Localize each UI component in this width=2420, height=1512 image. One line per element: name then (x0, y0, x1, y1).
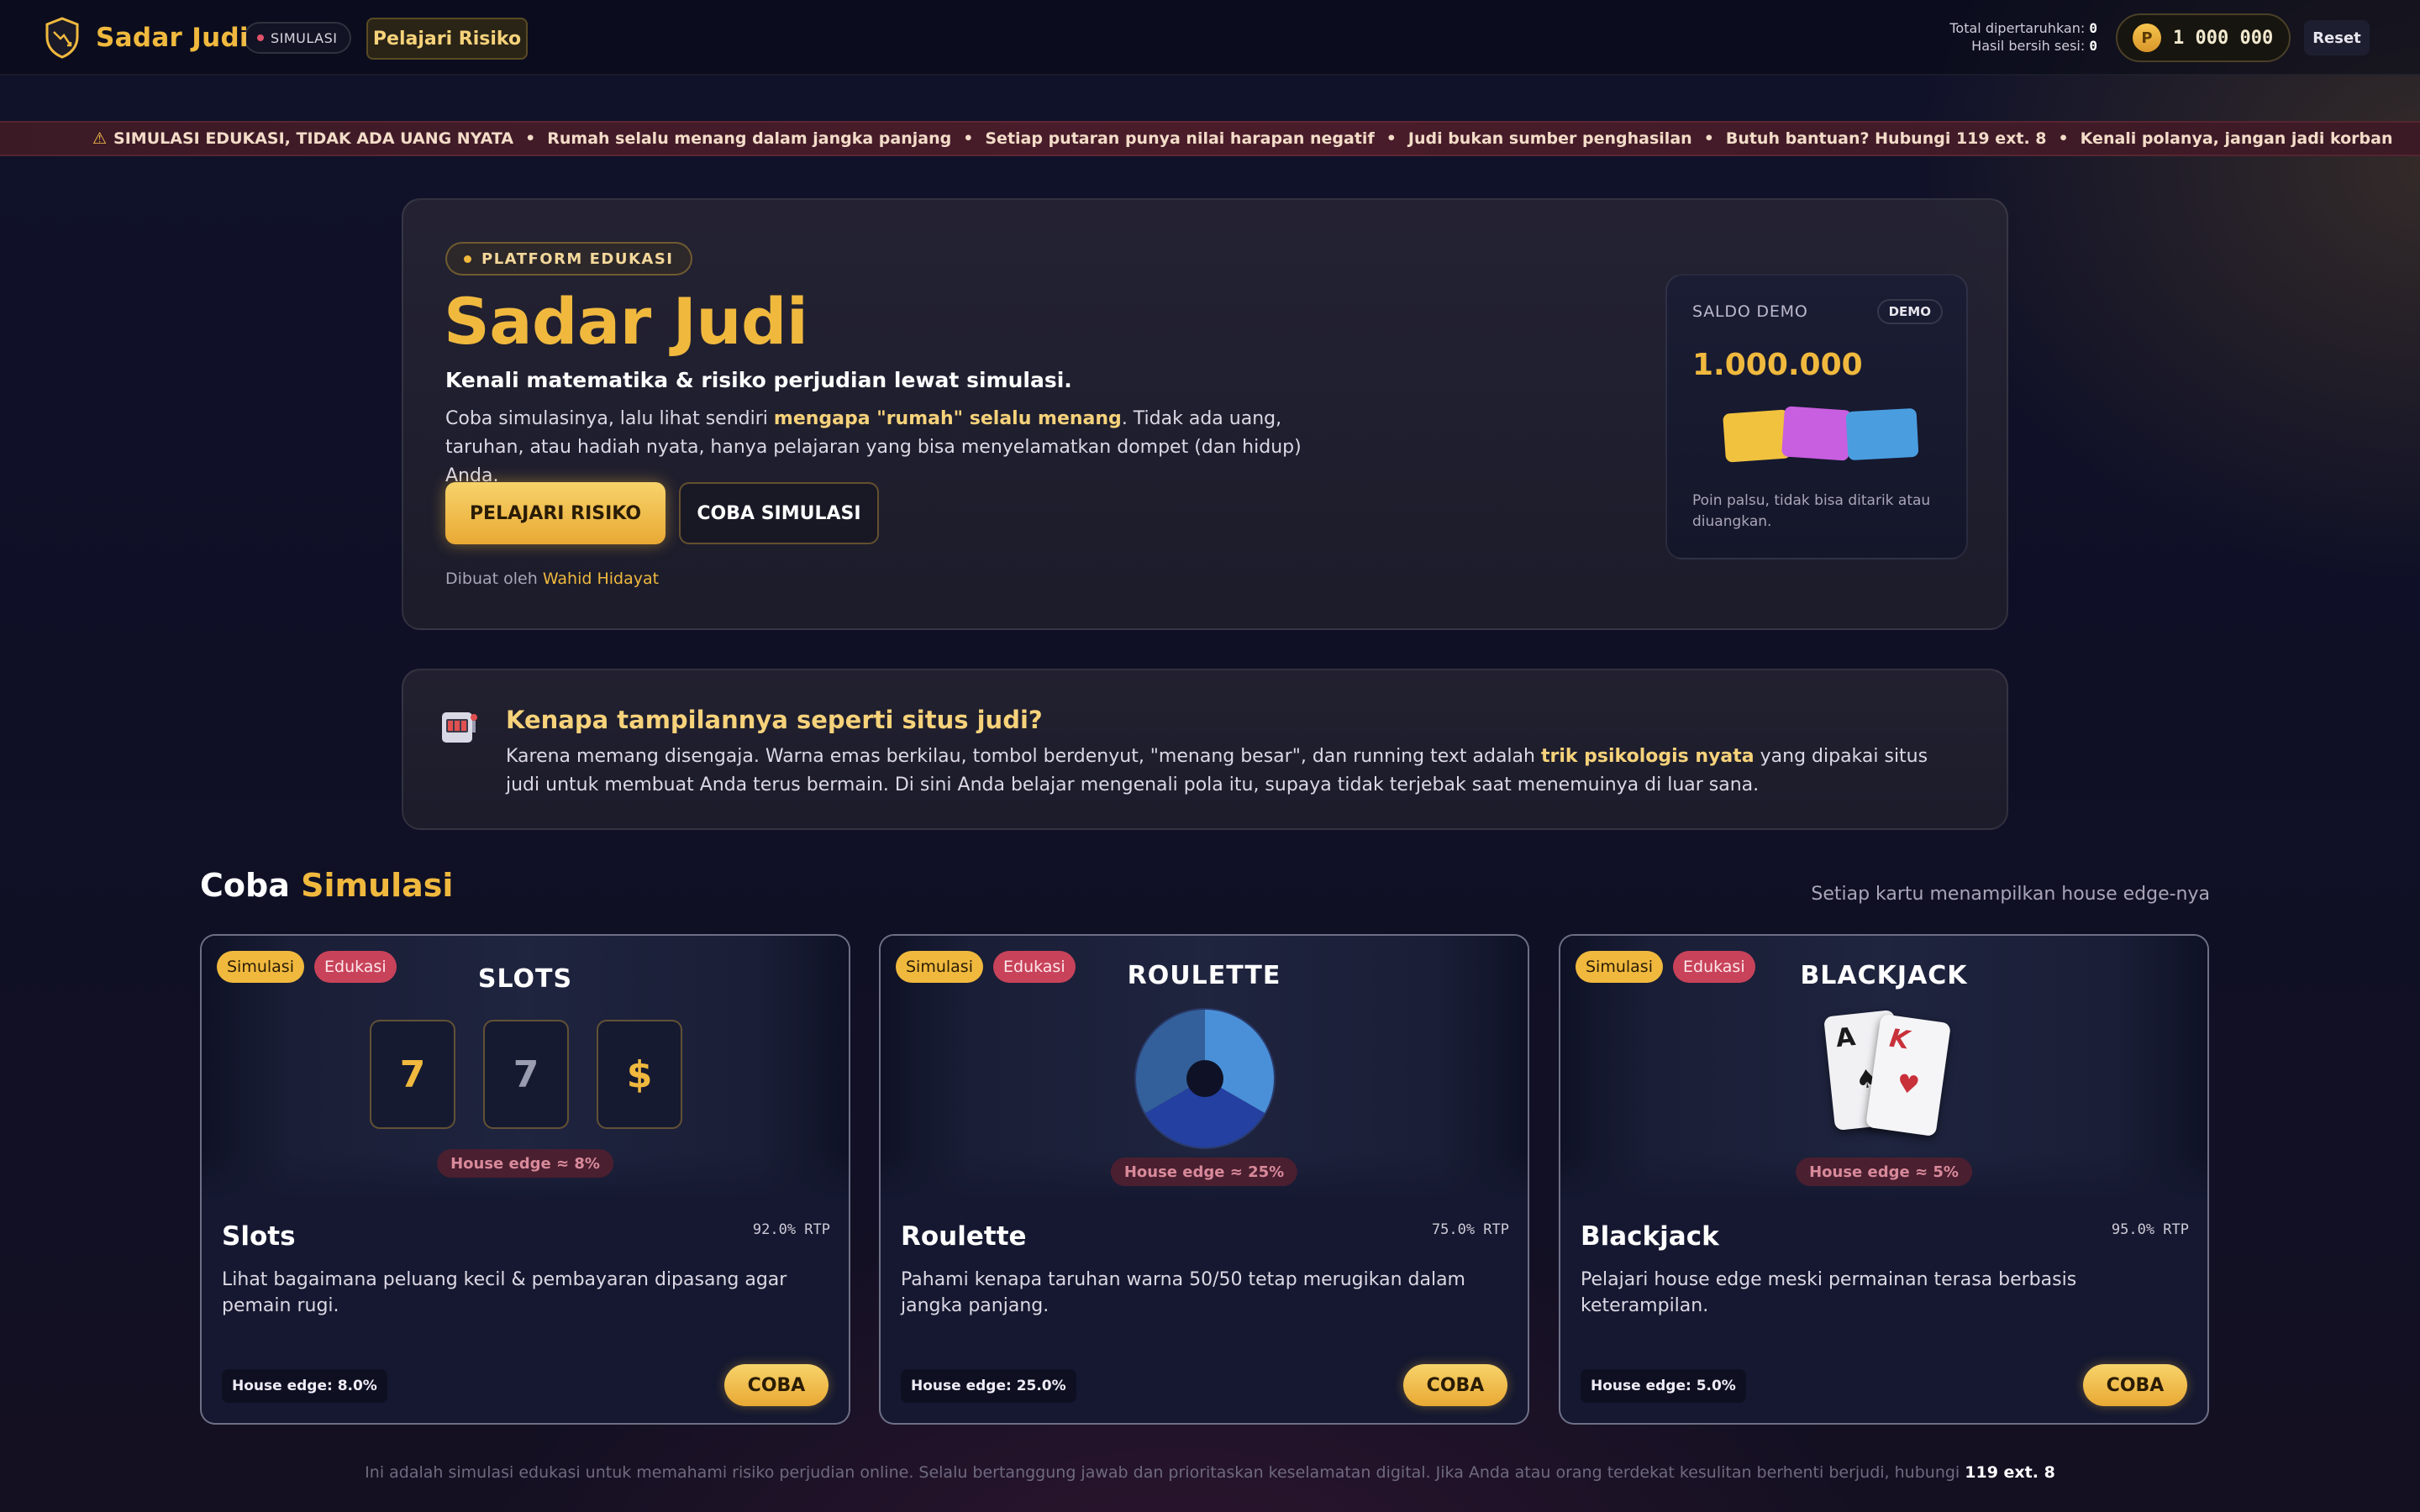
section-note: Setiap kartu menampilkan house edge-nya (1811, 884, 2210, 905)
ticker-separator: • (525, 129, 536, 148)
platform-badge: PLATFORM EDUKASI (445, 242, 692, 276)
house-edge-chip: House edge ≈ 8% (437, 1149, 613, 1178)
ticker-item: Judi bukan sumber penghasilan (1407, 129, 1692, 148)
playing-card-king: K ♥ (1865, 1013, 1952, 1137)
rtp-value: 75.0% RTP (1431, 1221, 1509, 1238)
rtp-value: 95.0% RTP (2111, 1221, 2189, 1238)
platform-badge-label: PLATFORM EDUKASI (481, 249, 674, 268)
house-edge-chip: House edge ≈ 25% (1110, 1158, 1298, 1186)
top-navbar: Sadar Judi SIMULASI Pelajari Risiko Tota… (0, 0, 2420, 76)
try-simulation-button[interactable]: COBA SIMULASI (679, 482, 879, 544)
why-title: Kenapa tampilannya seperti situs judi? (506, 706, 1043, 734)
status-dot-icon (257, 34, 264, 41)
ticker-item: Rumah selalu menang dalam jangka panjang (547, 129, 952, 148)
learn-risk-button[interactable]: PELAJARI RISIKO (445, 482, 666, 544)
art-title: BLACKJACK (1800, 961, 1968, 990)
ticker-item: Setiap putaran punya nilai harapan negat… (985, 129, 1375, 148)
game-card-roulette[interactable]: Simulasi Edukasi ROULETTE House edge ≈ 2… (879, 934, 1529, 1425)
balance-display: P 1 000 000 (2116, 13, 2291, 62)
game-title: Roulette (901, 1221, 1027, 1252)
author-link[interactable]: Wahid Hidayat (543, 570, 659, 588)
ticker-item: Butuh bantuan? Hubungi 119 ext. 8 (1725, 129, 2047, 148)
art-title: SLOTS (477, 964, 573, 994)
slot-reel: 7 (370, 1020, 455, 1129)
ticker-separator: • (1386, 129, 1397, 148)
slots-art: Simulasi Edukasi SLOTS 7 7 $ House edge … (202, 936, 849, 1201)
demo-balance-card: SALDO DEMO DEMO 1.000.000 Poin palsu, ti… (1665, 274, 1968, 559)
ticker-separator: • (963, 129, 974, 148)
try-blackjack-button[interactable]: COBA (2083, 1364, 2187, 1406)
warning-icon: ⚠ (92, 129, 108, 148)
slot-reel: $ (597, 1020, 682, 1129)
game-title: Blackjack (1581, 1221, 1719, 1252)
why-explainer-card: Kenapa tampilannya seperti situs judi? K… (402, 669, 2008, 830)
section-title-plain: Coba (200, 867, 302, 904)
try-roulette-button[interactable]: COBA (1403, 1364, 1507, 1406)
learn-risk-nav-button[interactable]: Pelajari Risiko (366, 18, 528, 60)
hero-description: Coba simulasinya, lalu lihat sendiri men… (445, 405, 1302, 491)
net-result-value: 0 (2089, 38, 2097, 54)
demo-note: Poin palsu, tidak bisa ditarik atau diua… (1692, 492, 1931, 530)
demo-tag: DEMO (1876, 299, 1943, 324)
demo-balance-label: SALDO DEMO (1692, 302, 1808, 321)
rtp-value: 92.0% RTP (752, 1221, 830, 1238)
game-card-slots[interactable]: Simulasi Edukasi SLOTS 7 7 $ House edge … (200, 934, 850, 1425)
why-text-highlight: trik psikologis nyata (1540, 746, 1754, 767)
coin-icon: P (2133, 24, 2161, 52)
hero-card: PLATFORM EDUKASI Sadar Judi Kenali matem… (402, 198, 2008, 630)
footer-text: Ini adalah simulasi edukasi untuk memaha… (365, 1463, 1960, 1482)
reset-button[interactable]: Reset (2304, 20, 2370, 55)
why-text-part: Karena memang disengaja. Warna emas berk… (506, 746, 1541, 767)
section-title: Coba Simulasi (200, 867, 453, 904)
demo-balance-value: 1.000.000 (1692, 348, 1863, 382)
hero-subtitle: Kenali matematika & risiko perjudian lew… (445, 368, 1072, 392)
brand[interactable]: Sadar Judi (44, 17, 249, 59)
slot-reel: 7 (483, 1020, 569, 1129)
game-description: Pahami kenapa taruhan warna 50/50 tetap … (901, 1269, 1465, 1316)
game-title: Slots (222, 1221, 296, 1252)
heart-icon: ♥ (1895, 1068, 1922, 1101)
session-stats: Total dipertaruhkan: 0 Hasil bersih sesi… (1949, 19, 2097, 55)
section-title-accent: Simulasi (301, 867, 454, 904)
ticker-separator: • (2058, 129, 2069, 148)
slot-machine-icon (442, 712, 477, 743)
shield-logo-icon (45, 17, 79, 59)
art-title: ROULETTE (1127, 961, 1281, 990)
house-edge-badge: House edge: 5.0% (1581, 1369, 1746, 1403)
simulation-badge-label: SIMULASI (271, 29, 338, 46)
card-rank: A (1834, 1022, 1857, 1054)
brand-name: Sadar Judi (96, 23, 249, 53)
house-edge-badge: House edge: 8.0% (222, 1369, 387, 1403)
footer-disclaimer: Ini adalah simulasi edukasi untuk memaha… (0, 1463, 2420, 1482)
ticker-item: SIMULASI EDUKASI, TIDAK ADA UANG NYATA (113, 129, 514, 148)
ticker-item: Kenali polanya, jangan jadi korban (2080, 129, 2393, 148)
net-result-label: Hasil bersih sesi: (1971, 38, 2086, 54)
simulation-badge: SIMULASI (244, 22, 351, 54)
hero-title: Sadar Judi (444, 284, 808, 359)
card-rank: K (1887, 1023, 1912, 1056)
footer-hotline: 119 ext. 8 (1965, 1463, 2055, 1482)
blackjack-art: Simulasi Edukasi BLACKJACK A ♠ K ♥ House… (1560, 936, 2207, 1201)
hero-desc-highlight: mengapa "rumah" selalu menang (773, 408, 1122, 429)
game-description: Lihat bagaimana peluang kecil & pembayar… (222, 1269, 787, 1316)
house-edge-chip: House edge ≈ 5% (1796, 1158, 1972, 1186)
credit-line: Dibuat oleh Wahid Hidayat (445, 570, 659, 588)
balance-amount: 1 000 000 (2173, 27, 2274, 49)
try-slots-button[interactable]: COBA (724, 1364, 829, 1406)
total-bet-value: 0 (2089, 20, 2097, 36)
roulette-wheel-icon (1134, 1008, 1276, 1149)
hero-desc-text: Coba simulasinya, lalu lihat sendiri (445, 408, 774, 429)
warning-ticker: ⚠ SIMULASI EDUKASI, TIDAK ADA UANG NYATA… (0, 121, 2420, 156)
game-card-blackjack[interactable]: Simulasi Edukasi BLACKJACK A ♠ K ♥ House… (1559, 934, 2209, 1425)
why-text: Karena memang disengaja. Warna emas berk… (506, 743, 1951, 800)
roulette-art: Simulasi Edukasi ROULETTE House edge ≈ 2… (881, 936, 1528, 1201)
chips-illustration-icon (1723, 406, 1919, 463)
credit-prefix: Dibuat oleh (445, 570, 538, 588)
ticker-separator: • (1703, 129, 1714, 148)
total-bet-label: Total dipertaruhkan: (1949, 20, 2086, 36)
game-description: Pelajari house edge meski permainan tera… (1581, 1269, 2077, 1316)
house-edge-badge: House edge: 25.0% (901, 1369, 1076, 1403)
badge-dot-icon (464, 255, 471, 263)
